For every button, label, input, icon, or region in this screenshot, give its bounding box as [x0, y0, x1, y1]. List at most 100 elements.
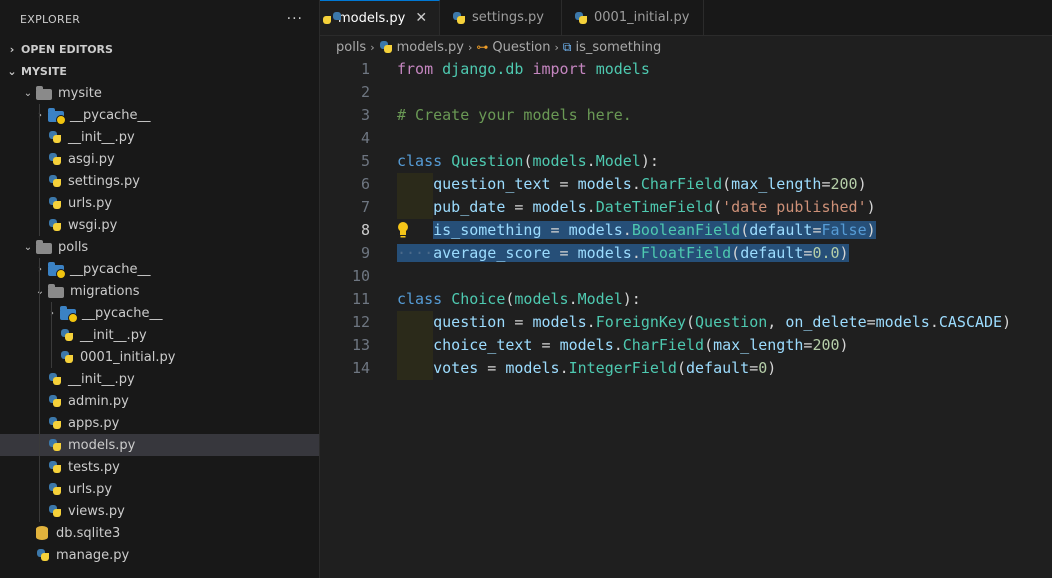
code-token: models — [532, 152, 587, 170]
more-actions-icon[interactable]: ··· — [287, 11, 303, 27]
code-line[interactable]: 10 — [320, 265, 1052, 288]
indent-guide — [39, 104, 40, 126]
tree-item-label: __init__.py — [68, 371, 135, 387]
tree-item[interactable]: › __pycache__ — [0, 258, 319, 280]
breadcrumb-field[interactable]: is_something — [576, 40, 662, 55]
code-token: models — [532, 198, 587, 216]
tree-item[interactable]: admin.py — [0, 390, 319, 412]
tree-item[interactable]: 0001_initial.py — [0, 346, 319, 368]
code-token: ) — [839, 244, 849, 262]
code-token: models — [505, 359, 560, 377]
tab-settings-py[interactable]: settings.py — [440, 0, 562, 35]
code-token: Question — [451, 152, 524, 170]
code-token: = — [505, 313, 533, 331]
breadcrumb: polls › models.py › ⊶ Question › ⧉ is_so… — [320, 36, 1052, 58]
python-file-icon — [48, 174, 62, 188]
tree-item[interactable]: models.py — [0, 434, 319, 456]
code-line[interactable]: 8 is_something = models.BooleanField(def… — [320, 219, 1052, 242]
tree-item[interactable]: wsgi.py — [0, 214, 319, 236]
breadcrumb-class[interactable]: Question — [492, 40, 550, 55]
indent-guide — [39, 434, 40, 456]
code-line[interactable]: 12 question = models.ForeignKey(Question… — [320, 311, 1052, 334]
explorer-title: EXPLORER — [20, 12, 81, 26]
indent-guide — [39, 390, 40, 412]
project-section[interactable]: ⌄ MYSITE — [0, 60, 319, 82]
tree-item[interactable]: views.py — [0, 500, 319, 522]
code-line[interactable]: 7 pub_date = models.DateTimeField('date … — [320, 196, 1052, 219]
code-line[interactable]: 13 choice_text = models.CharField(max_le… — [320, 334, 1052, 357]
breadcrumb-file[interactable]: models.py — [397, 40, 464, 55]
code-token: django.db — [442, 60, 524, 78]
code-token: ) — [767, 359, 777, 377]
code-token: . — [586, 313, 596, 331]
code-line[interactable]: 3 # Create your models here. — [320, 104, 1052, 127]
code-token: models — [532, 313, 587, 331]
code-token: 0 — [758, 359, 768, 377]
code-editor[interactable]: 1 from django.db import models 2 3 # Create … — [320, 58, 1052, 578]
python-file-icon — [60, 350, 74, 364]
tree-item[interactable]: › __pycache__ — [0, 302, 319, 324]
code-token: is_something — [433, 221, 542, 239]
folder-open-icon — [48, 283, 64, 298]
code-token: # Create your models here. — [397, 106, 632, 124]
tree-item[interactable]: __init__.py — [0, 368, 319, 390]
code-token: ForeignKey — [595, 313, 686, 331]
lightbulb-icon[interactable] — [396, 221, 410, 239]
tree-item[interactable]: settings.py — [0, 170, 319, 192]
code-token: question — [433, 313, 506, 331]
tab-0001-initial-py[interactable]: 0001_initial.py — [562, 0, 704, 35]
tab-label: models.py — [338, 10, 406, 26]
tree-item-label: wsgi.py — [68, 217, 118, 233]
code-token: DateTimeField — [595, 198, 714, 216]
tree-item[interactable]: ⌄ mysite — [0, 82, 319, 104]
code-line[interactable]: 6 question_text = models.CharField(max_l… — [320, 173, 1052, 196]
tree-item[interactable]: ⌄ polls — [0, 236, 319, 258]
tree-item-label: views.py — [68, 503, 125, 519]
close-icon[interactable]: ✕ — [415, 10, 427, 26]
breadcrumb-folder[interactable]: polls — [336, 40, 366, 55]
code-line[interactable]: 4 — [320, 127, 1052, 150]
code-line[interactable]: 2 — [320, 81, 1052, 104]
chevron-down-icon: ⌄ — [7, 64, 17, 78]
code-token: = — [550, 175, 578, 193]
code-token: Model — [595, 152, 641, 170]
code-text: pub_date = models.DateTimeField('date pu… — [397, 196, 876, 219]
tree-item[interactable]: __init__.py — [0, 126, 319, 148]
tree-item[interactable]: urls.py — [0, 192, 319, 214]
code-line[interactable]: 14 votes = models.IntegerField(default=0… — [320, 357, 1052, 380]
code-token: models — [595, 60, 650, 78]
code-line[interactable]: 5 class Question(models.Model): — [320, 150, 1052, 173]
code-line[interactable]: 11 class Choice(models.Model): — [320, 288, 1052, 311]
python-file-icon — [48, 482, 62, 496]
code-token: models — [568, 221, 623, 239]
code-line[interactable]: 1 from django.db import models — [320, 58, 1052, 81]
tree-item[interactable]: __init__.py — [0, 324, 319, 346]
tab-models-py[interactable]: models.py ✕ — [320, 0, 440, 35]
folder-pycache-icon — [48, 261, 66, 279]
code-text: question_text = models.CharField(max_len… — [397, 173, 867, 196]
tree-item[interactable]: urls.py — [0, 478, 319, 500]
code-token: ): — [640, 152, 659, 170]
open-editors-label: OPEN EDITORS — [21, 42, 113, 56]
code-token: = — [478, 359, 506, 377]
tree-item[interactable]: db.sqlite3 — [0, 522, 319, 544]
indent-guide — [39, 500, 40, 522]
tree-item[interactable]: › __pycache__ — [0, 104, 319, 126]
python-file-icon — [48, 372, 62, 386]
python-file-icon — [48, 394, 62, 408]
tree-item[interactable]: asgi.py — [0, 148, 319, 170]
tree-item[interactable]: ⌄ migrations — [0, 280, 319, 302]
tree-item-label: settings.py — [68, 173, 140, 189]
database-icon — [36, 526, 48, 540]
file-tree: ⌄ mysite › __pycache__ __init__.py asgi.py set… — [0, 82, 319, 566]
tree-item[interactable]: manage.py — [0, 544, 319, 566]
open-editors-section[interactable]: › OPEN EDITORS — [0, 38, 319, 60]
code-token: 200 — [812, 336, 840, 354]
code-line[interactable]: 9 ····average_score = models.FloatField(d… — [320, 242, 1052, 265]
tree-item[interactable]: apps.py — [0, 412, 319, 434]
tree-item-label: __init__.py — [80, 327, 147, 343]
tree-item[interactable]: tests.py — [0, 456, 319, 478]
tree-item-label: db.sqlite3 — [56, 525, 121, 541]
folder-open-icon — [36, 239, 52, 254]
